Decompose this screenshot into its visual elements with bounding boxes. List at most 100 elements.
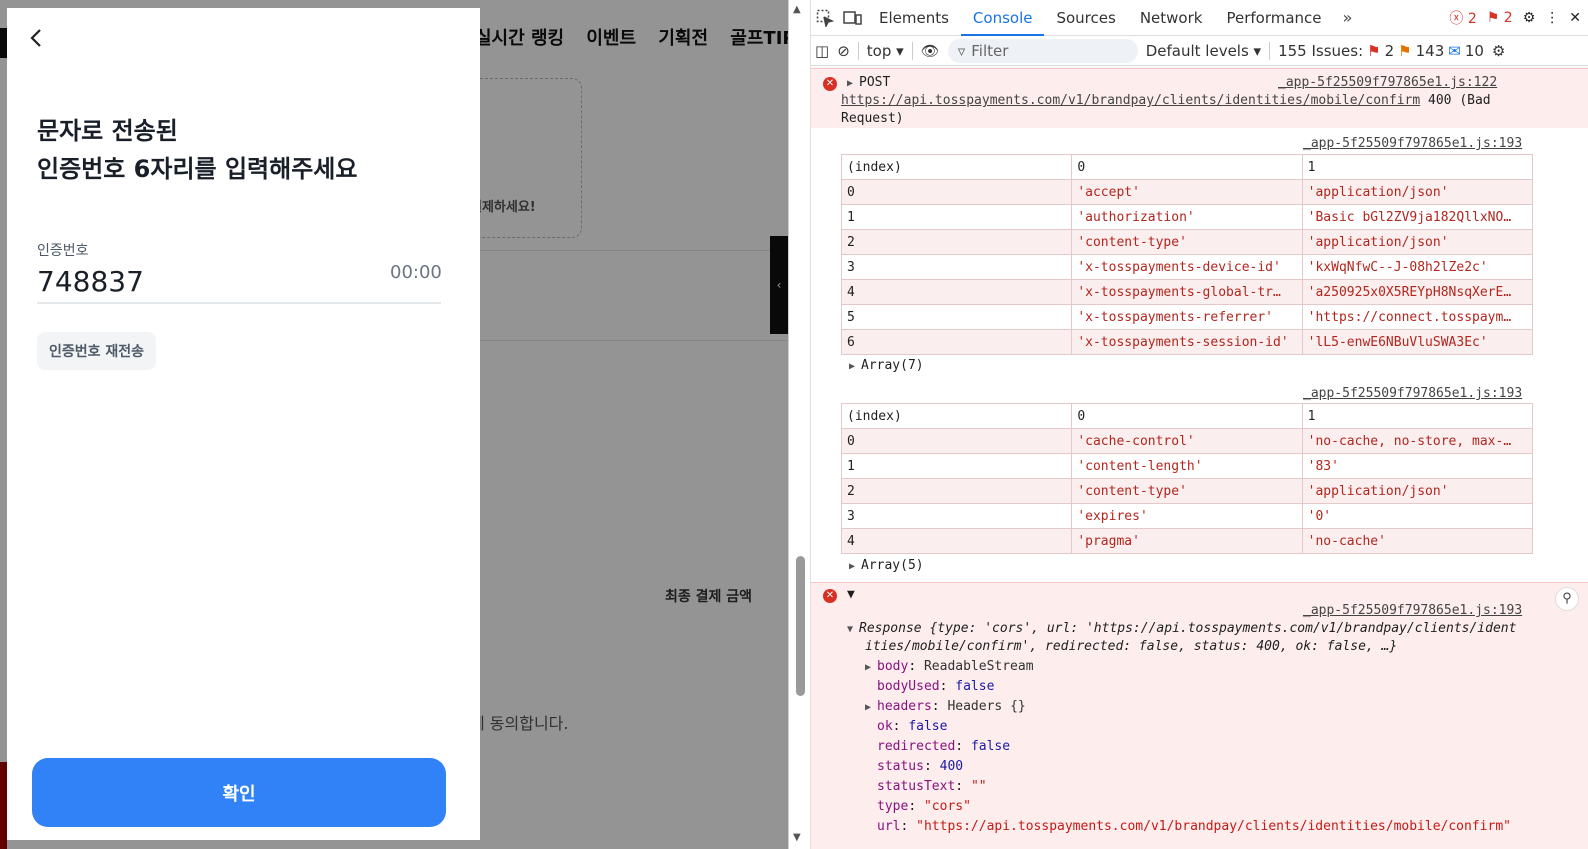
issues-info-count: 10 <box>1464 41 1484 60</box>
table-cell: 2 <box>840 478 1073 504</box>
resend-code-button[interactable]: 인증번호 재전송 <box>37 332 157 370</box>
verification-code-input[interactable] <box>37 260 441 304</box>
inspect-element-icon[interactable] <box>811 4 839 32</box>
table-cell: 'https://connect.tosspaym… <box>1301 304 1534 330</box>
source-link[interactable]: _app-5f25509f797865e1.js:193 <box>1303 136 1522 151</box>
source-link[interactable]: _app-5f25509f797865e1.js:193 <box>1303 386 1522 401</box>
expand-triangle-icon[interactable]: ▶ <box>849 561 861 572</box>
close-icon[interactable]: ✕ <box>1569 10 1581 26</box>
more-tabs-icon[interactable]: » <box>1334 4 1362 32</box>
tab-elements[interactable]: Elements <box>867 0 961 36</box>
issues-warning-count: 143 <box>1415 41 1445 60</box>
error-count: 2 <box>1467 11 1477 27</box>
property-colon: : <box>955 779 971 794</box>
lightbulb-icon[interactable]: ⚲ <box>1555 587 1579 611</box>
clear-console-icon[interactable]: ⊘ <box>837 42 850 60</box>
tab-console[interactable]: Console <box>960 0 1045 36</box>
table-header-cell[interactable]: 1 <box>1301 154 1534 180</box>
property-colon: : <box>908 659 924 674</box>
device-toolbar-icon[interactable] <box>839 4 867 32</box>
back-arrow-icon[interactable] <box>25 26 55 56</box>
source-link[interactable]: _app-5f25509f797865e1.js:122 <box>1278 75 1497 90</box>
console-toolbar: ◫ ⊘ top ▾ 👁 ▿ Filter Default levels ▾ 15… <box>811 36 1588 66</box>
table-header-row: (index) 0 1 <box>840 154 1534 180</box>
source-link[interactable]: _app-5f25509f797865e1.js:193 <box>1303 603 1522 618</box>
response-summary[interactable]: ▼ Response {type: 'cors', url: 'https://a… <box>847 621 1516 636</box>
devtools-panel: ▲ ▼ Elements Console Sources Network Per… <box>788 0 1588 849</box>
table-header-cell[interactable]: 0 <box>1071 403 1303 429</box>
collapse-triangle-icon[interactable]: ▼ <box>847 624 859 635</box>
property-value: false <box>955 679 995 694</box>
table-header-row: (index) 0 1 <box>840 403 1534 429</box>
table-cell: 6 <box>840 329 1073 355</box>
context-select[interactable]: top ▾ <box>867 42 904 60</box>
expand-triangle-icon[interactable]: ▶ <box>849 361 861 372</box>
warning-count-badge[interactable]: ⚑ 2 <box>1487 10 1513 26</box>
property-colon: : <box>900 819 917 834</box>
table-header-cell[interactable]: 0 <box>1071 154 1303 180</box>
sidebar-toggle-icon[interactable]: ◫ <box>815 42 829 60</box>
property-key: redirected <box>877 739 956 754</box>
request-url-link[interactable]: https://api.tosspayments.com/v1/brandpay… <box>841 93 1420 108</box>
collapse-triangle-icon[interactable]: ▼ <box>847 587 855 602</box>
property-value: ReadableStream <box>923 659 1034 674</box>
table-header-cell[interactable]: 1 <box>1301 403 1534 429</box>
array-footer[interactable]: ▶ Array(5) <box>849 558 924 573</box>
filter-funnel-icon: ▿ <box>957 41 966 60</box>
table-cell: 4 <box>840 279 1073 305</box>
response-property: status: 400 <box>877 759 963 774</box>
tab-sources[interactable]: Sources <box>1044 0 1127 36</box>
table-header-cell[interactable]: (index) <box>840 154 1073 180</box>
table-row: 1'content-length' '83' <box>840 453 1534 479</box>
filter-input[interactable]: ▿ Filter <box>947 38 1138 63</box>
scroll-up-icon[interactable]: ▲ <box>793 4 801 15</box>
table-cell: '83' <box>1301 453 1534 479</box>
array-footer[interactable]: ▶ Array(7) <box>849 358 924 373</box>
devtools-tabbar: Elements Console Sources Network Perform… <box>811 0 1588 36</box>
table-row: 1'authorization' 'Basic bGl2ZV9ja182QllxN… <box>840 204 1534 230</box>
scroll-down-icon[interactable]: ▼ <box>793 832 801 843</box>
table-row: 5'x-tosspayments-referrer''https://conne… <box>840 304 1534 330</box>
gear-icon[interactable]: ⚙ <box>1523 10 1536 26</box>
expand-triangle-icon[interactable]: ▶ <box>847 78 859 89</box>
table-cell: '0' <box>1301 503 1534 529</box>
post-method: POST <box>859 75 891 90</box>
response-property: url: "https://api.tosspayments.com/v1/br… <box>877 819 1511 834</box>
table-header-cell[interactable]: (index) <box>840 403 1073 429</box>
property-colon: : <box>931 699 948 714</box>
issues-error-icon: ⚑ <box>1367 41 1381 60</box>
response-property: ok: false <box>877 719 947 734</box>
console-settings-gear-icon[interactable]: ⚙ <box>1492 42 1505 60</box>
table-cell: 4 <box>840 528 1073 554</box>
response-summary-line1: Response {type: 'cors', url: 'https://ap… <box>859 621 1517 636</box>
expand-triangle-icon[interactable]: ▶ <box>865 662 877 673</box>
log-levels-value: Default levels <box>1145 41 1249 60</box>
error-count-badge[interactable]: ⓧ 2 <box>1449 8 1476 28</box>
table-cell: 'cache-control' <box>1071 428 1303 454</box>
response-property: redirected: false <box>877 739 1010 754</box>
screen: 실시간 랭킹 이벤트 기획전 골프TIP 결제하세요! ‹ 최종 결제 금액 에… <box>0 0 1588 849</box>
kebab-menu-icon[interactable]: ⋮ <box>1545 10 1559 26</box>
live-expression-eye-icon[interactable]: 👁 <box>921 42 940 60</box>
scrollbar-thumb[interactable] <box>796 556 805 696</box>
property-value: false <box>908 719 948 734</box>
table-cell: 'x-tosspayments-global-tr… <box>1071 279 1303 305</box>
property-value: 400 <box>939 759 964 774</box>
log-levels-select[interactable]: Default levels ▾ <box>1146 42 1261 60</box>
expand-triangle-icon[interactable]: ▶ <box>865 702 877 713</box>
issues-summary[interactable]: 155 Issues: ⚑ 2 ⚑ 143 ✉ 10 <box>1278 42 1484 60</box>
property-key: type <box>877 799 909 814</box>
table-cell: 'kxWqNfwC--J-08h2lZe2c' <box>1301 254 1534 280</box>
response-property: type: "cors" <box>877 799 971 814</box>
response-property[interactable]: ▶ headers: Headers {} <box>865 699 1026 714</box>
page-scrollbar[interactable]: ▲ ▼ <box>789 0 811 849</box>
table-cell: 'lL5-enwE6NBuVluSWA3Ec' <box>1301 329 1534 355</box>
context-value: top <box>866 41 892 60</box>
tab-performance[interactable]: Performance <box>1214 0 1333 36</box>
array-footer-label: Array(5) <box>861 558 924 573</box>
tab-network[interactable]: Network <box>1128 0 1215 36</box>
post-url-line: https://api.tosspayments.com/v1/brandpay… <box>841 93 1491 108</box>
response-property[interactable]: ▶ body: ReadableStream <box>865 659 1034 674</box>
property-colon: : <box>939 679 956 694</box>
confirm-button[interactable]: 확인 <box>32 758 446 827</box>
